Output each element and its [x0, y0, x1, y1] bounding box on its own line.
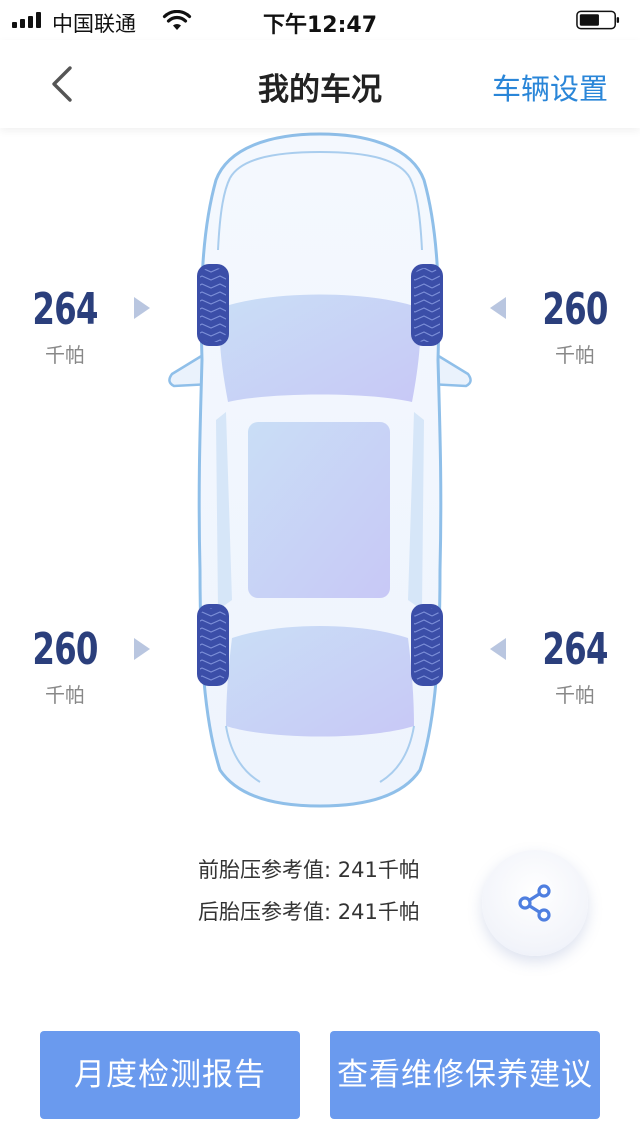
tire-pressure-value: 260	[542, 284, 608, 335]
arrow-right-icon	[134, 638, 150, 660]
tire-pressure-unit: 千帕	[45, 343, 85, 367]
tire-pressure-unit: 千帕	[555, 343, 595, 367]
nav-bar: 我的车况 车辆设置	[0, 40, 640, 128]
vehicle-settings-link[interactable]: 车辆设置	[492, 66, 608, 108]
tire-pressure-value: 264	[542, 624, 608, 675]
arrow-left-icon	[490, 297, 506, 319]
status-bar: 中国联通 下午12:47	[0, 0, 640, 40]
tire-reading-rear-left: 260 千帕	[0, 625, 130, 708]
arrow-right-icon	[134, 297, 150, 319]
arrow-left-icon	[490, 638, 506, 660]
tire-reading-front-left: 264 千帕	[0, 285, 130, 368]
tire-pressure-unit: 千帕	[45, 683, 85, 707]
tire-front-left	[197, 264, 229, 346]
maintenance-advice-button[interactable]: 查看维修保养建议	[330, 1031, 600, 1119]
tire-reading-rear-right: 264 千帕	[510, 625, 640, 708]
tire-rear-left	[197, 604, 229, 686]
front-reference-pressure: 前胎压参考值: 241千帕	[198, 858, 420, 882]
monthly-report-button[interactable]: 月度检测报告	[40, 1031, 300, 1119]
tire-pressure-value: 260	[32, 624, 98, 675]
battery-icon	[576, 10, 620, 30]
tire-rear-right	[411, 604, 443, 686]
tire-pressure-unit: 千帕	[555, 683, 595, 707]
car-illustration	[168, 132, 472, 808]
rear-reference-pressure: 后胎压参考值: 241千帕	[198, 900, 420, 924]
tire-front-right	[411, 264, 443, 346]
tire-pressure-value: 264	[32, 284, 98, 335]
tire-reading-front-right: 260 千帕	[510, 285, 640, 368]
share-button[interactable]	[482, 850, 588, 956]
share-icon	[518, 884, 551, 922]
status-time: 下午12:47	[262, 13, 378, 38]
